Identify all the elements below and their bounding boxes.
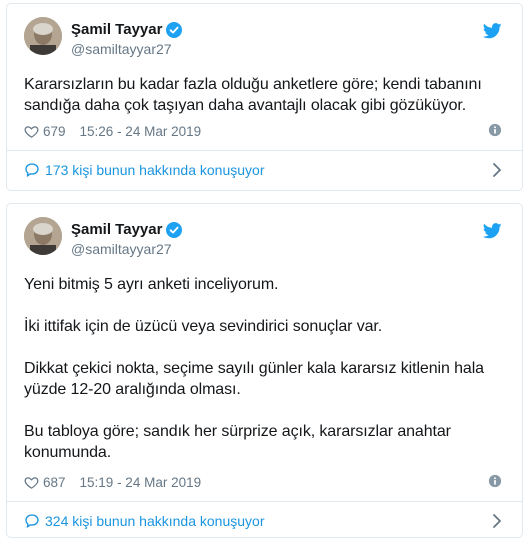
avatar[interactable] <box>24 17 62 55</box>
info-icon[interactable] <box>488 474 502 488</box>
tweet-header: Şamil Tayyar @samiltayyar27 <box>24 17 522 57</box>
author-handle[interactable]: @samiltayyar27 <box>71 241 172 257</box>
tweet-meta: 687 15:19 - 24 Mar 2019 <box>24 473 502 491</box>
author-name-row[interactable]: Şamil Tayyar <box>71 21 183 38</box>
conversation-label[interactable]: 324 kişi bunun hakkında konuşuyor <box>45 513 264 529</box>
tweet-paragraph: Yeni bitmiş 5 ayrı anketi inceliyorum. <box>24 276 279 293</box>
timestamp[interactable]: 15:19 - 24 Mar 2019 <box>80 475 202 490</box>
tweet-header: Şamil Tayyar @samiltayyar27 <box>24 217 522 257</box>
author-name[interactable]: Şamil Tayyar <box>71 221 162 238</box>
conversation-link[interactable]: 324 kişi bunun hakkında konuşuyor <box>24 511 502 531</box>
reply-bubble-icon <box>25 514 39 528</box>
tweet-text: Kararsızların bu kadar fazla olduğu anke… <box>24 74 504 116</box>
info-icon[interactable] <box>488 123 502 137</box>
author-name[interactable]: Şamil Tayyar <box>71 21 162 38</box>
twitter-bird-icon[interactable] <box>483 23 502 39</box>
timestamp[interactable]: 15:26 - 24 Mar 2019 <box>80 124 202 139</box>
avatar[interactable] <box>24 217 62 255</box>
chevron-right-icon[interactable] <box>492 514 502 528</box>
divider <box>7 501 522 502</box>
heart-icon[interactable] <box>24 124 39 139</box>
tweet-paragraph: Bu tabloya göre; sandık her sürprize açı… <box>24 423 451 461</box>
conversation-label[interactable]: 173 kişi bunun hakkında konuşuyor <box>45 162 264 178</box>
tweet-paragraph: Kararsızların bu kadar fazla olduğu anke… <box>24 76 482 114</box>
tweet-meta: 679 15:26 - 24 Mar 2019 <box>24 122 502 140</box>
tweet-paragraph: Dikkat çekici nokta, seçime sayılı günle… <box>24 360 484 398</box>
tweet-paragraph: İki ittifak için de üzücü veya sevindiri… <box>24 318 383 335</box>
like-count[interactable]: 679 <box>43 124 66 139</box>
chevron-right-icon[interactable] <box>492 163 502 177</box>
author-handle[interactable]: @samiltayyar27 <box>71 41 172 57</box>
tweet-card[interactable]: Şamil Tayyar @samiltayyar27 Yeni bitmiş … <box>6 203 523 538</box>
tweet-card[interactable]: Şamil Tayyar @samiltayyar27 Kararsızları… <box>6 3 523 191</box>
like-count[interactable]: 687 <box>43 475 66 490</box>
reply-bubble-icon <box>25 163 39 177</box>
verified-badge-icon <box>166 21 183 38</box>
twitter-bird-icon[interactable] <box>483 223 502 239</box>
tweet-text: Yeni bitmiş 5 ayrı anketi inceliyorum. İ… <box>24 274 504 463</box>
verified-badge-icon <box>166 221 183 238</box>
divider <box>7 150 522 151</box>
conversation-link[interactable]: 173 kişi bunun hakkında konuşuyor <box>24 160 502 180</box>
heart-icon[interactable] <box>24 475 39 490</box>
author-name-row[interactable]: Şamil Tayyar <box>71 221 183 238</box>
